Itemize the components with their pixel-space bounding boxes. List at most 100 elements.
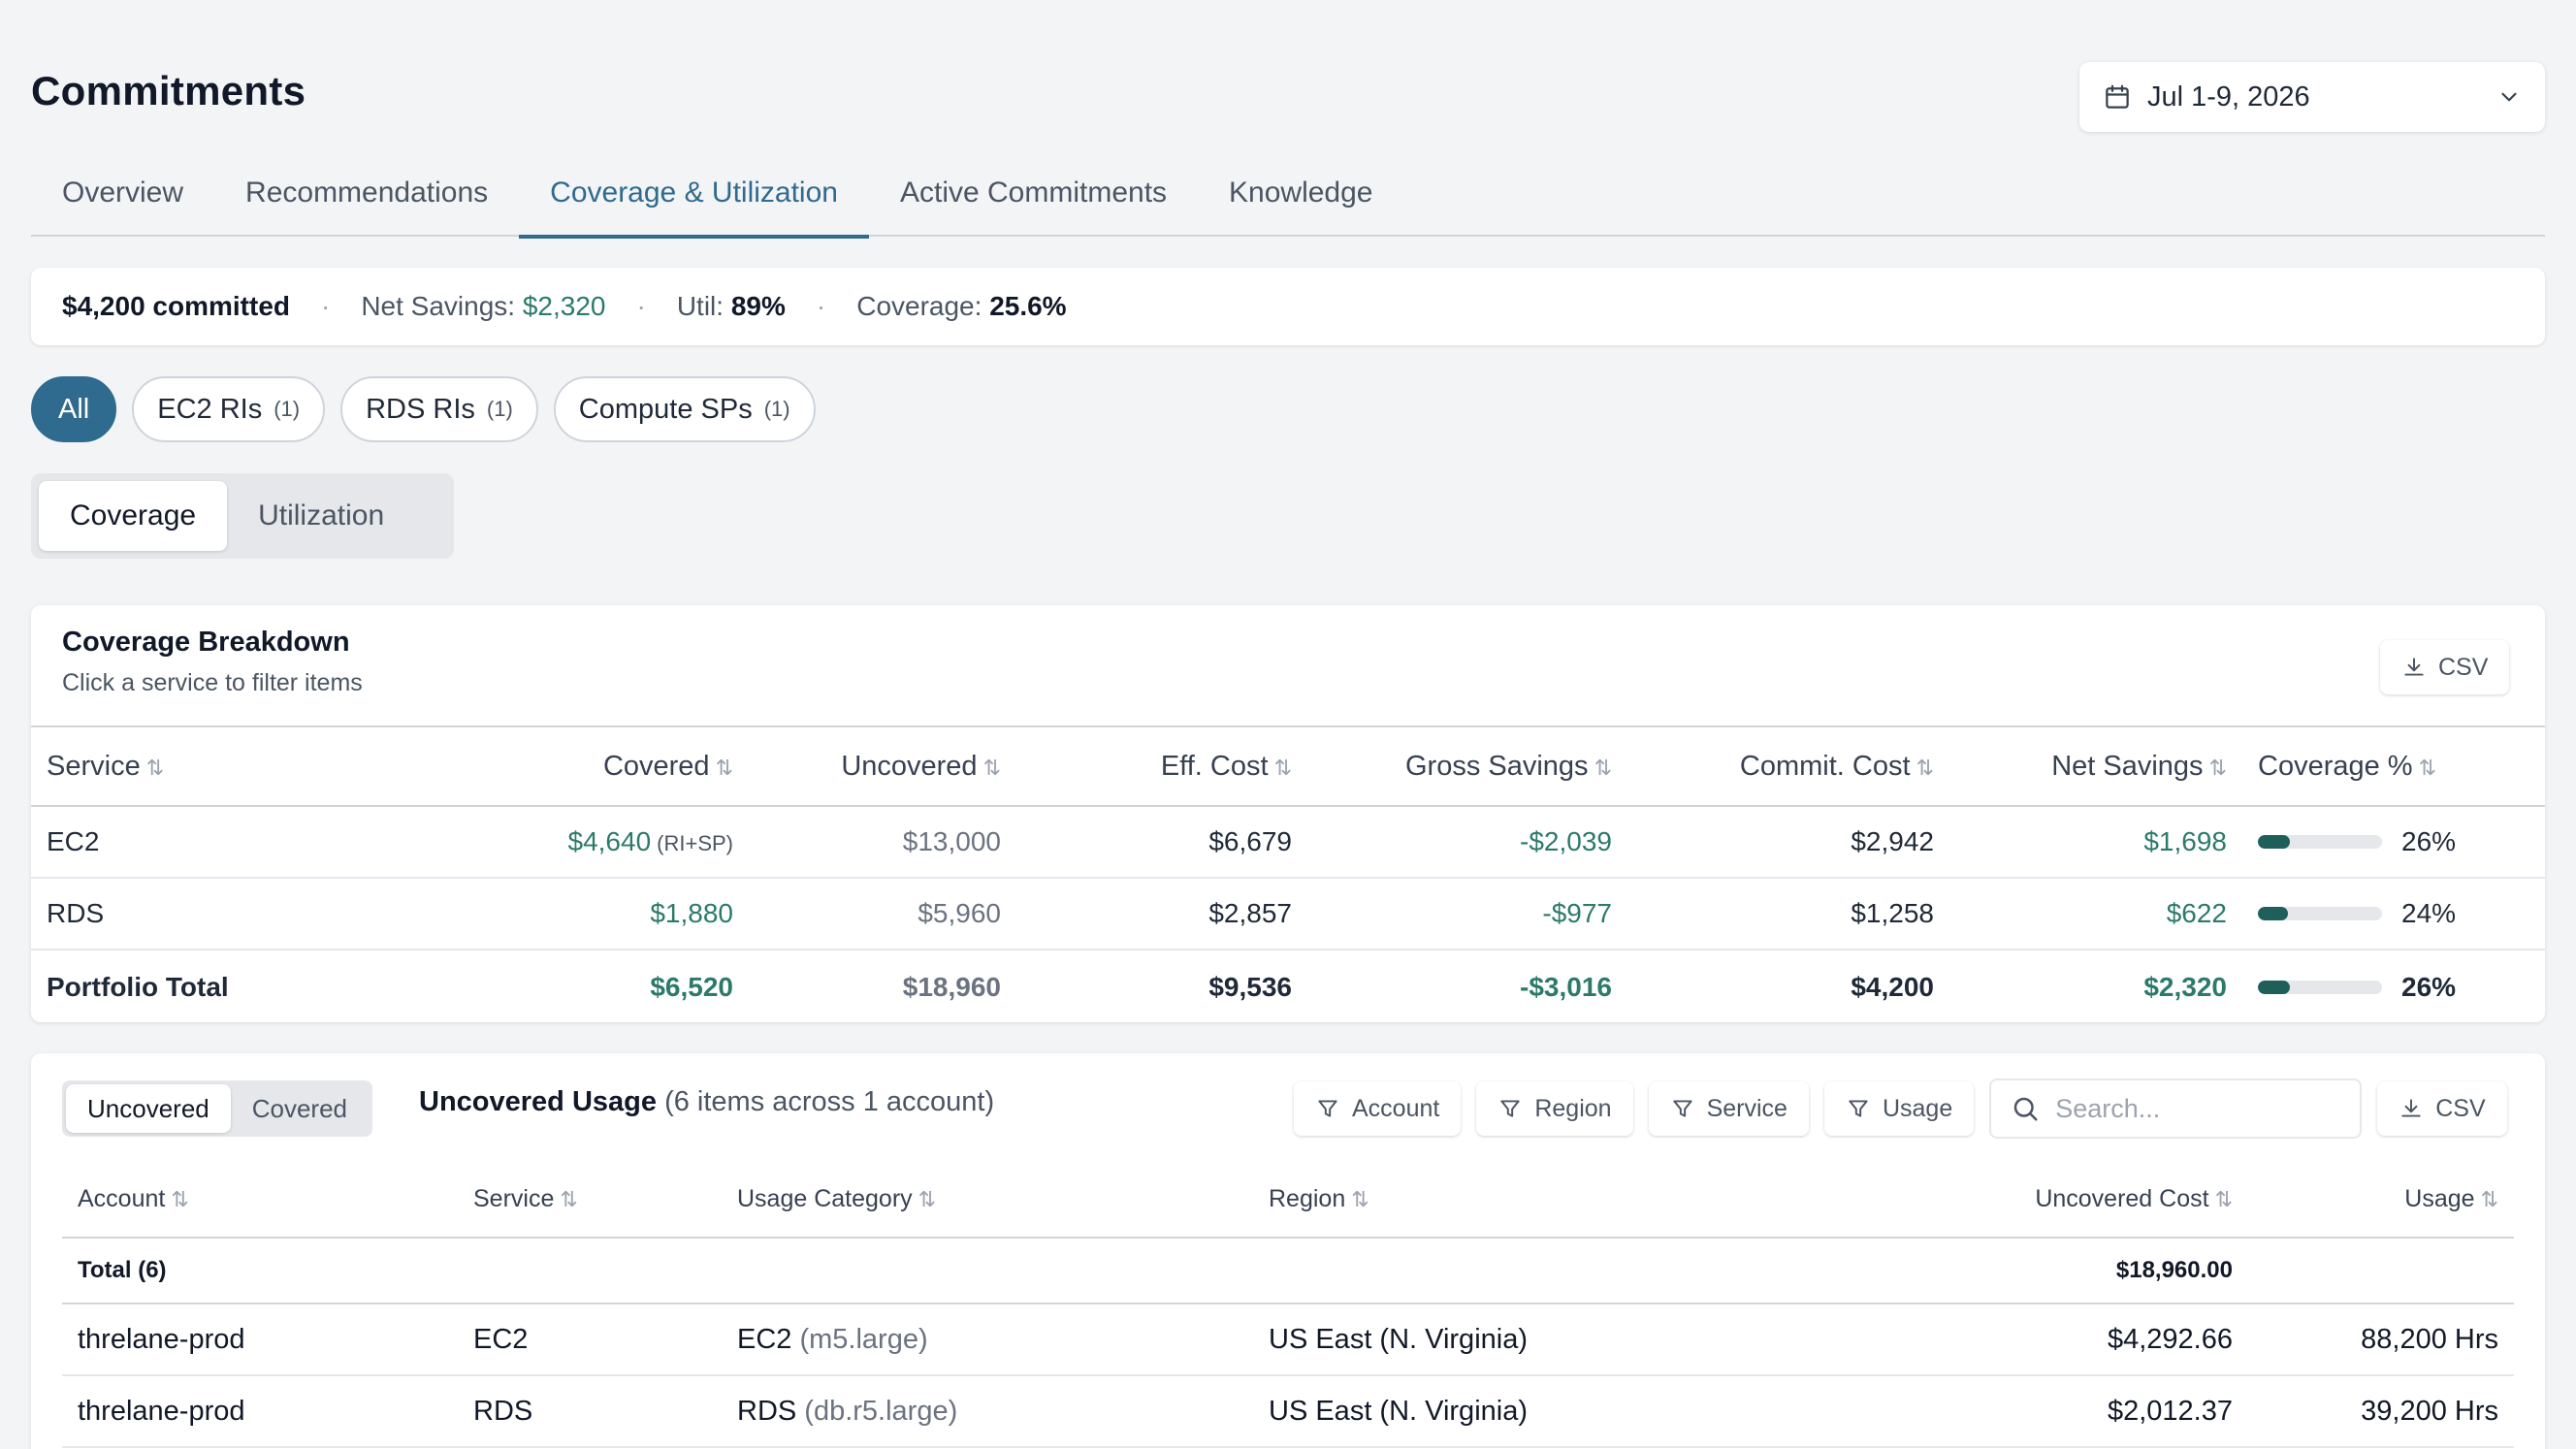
view-coverage-button[interactable]: Coverage bbox=[39, 481, 228, 551]
column-header-service[interactable]: Service ⇅ bbox=[458, 1162, 722, 1238]
sort-icon: ⇅ bbox=[982, 755, 1001, 780]
cell-service: RDS bbox=[473, 1395, 533, 1427]
date-range-picker[interactable]: Jul 1-9, 2026 bbox=[2079, 62, 2545, 132]
coverage-value: 25.6% bbox=[989, 291, 1067, 321]
cell-covered: $6,520 bbox=[650, 971, 733, 1002]
separator: · bbox=[816, 291, 826, 321]
tab-active-commitments[interactable]: Active Commitments bbox=[869, 155, 1198, 237]
view-utilization-button[interactable]: Utilization bbox=[227, 481, 415, 551]
csv-export-button[interactable]: CSV bbox=[2380, 640, 2510, 694]
pill-count: (1) bbox=[763, 397, 790, 421]
csv-export-button[interactable]: CSV bbox=[2377, 1081, 2507, 1136]
download-icon bbox=[2404, 658, 2424, 676]
search-input[interactable]: Search... bbox=[1989, 1079, 2363, 1139]
column-header-service[interactable]: Service ⇅ bbox=[31, 726, 283, 806]
sort-icon: ⇅ bbox=[171, 1187, 189, 1211]
filter-account-button[interactable]: Account bbox=[1294, 1081, 1462, 1136]
pill-count: (1) bbox=[274, 397, 301, 421]
chevron-down-icon bbox=[2501, 92, 2517, 102]
cell-net-savings: $2,320 bbox=[2143, 971, 2227, 1002]
cell-covered: $4,640 (RI+SP) bbox=[567, 826, 734, 856]
cell-usage: 88,200 Hrs bbox=[2361, 1323, 2498, 1355]
column-header-uncovered[interactable]: Uncovered ⇅ bbox=[749, 726, 1016, 806]
date-range-label: Jul 1-9, 2026 bbox=[2147, 80, 2310, 113]
filter-icon bbox=[1318, 1100, 1337, 1117]
pill-count: (1) bbox=[486, 397, 513, 421]
toggle-covered-button[interactable]: Covered bbox=[231, 1084, 369, 1133]
net-savings-label: Net Savings: bbox=[361, 291, 516, 321]
cell-uncovered: $5,960 bbox=[918, 898, 1001, 928]
filter-service-button[interactable]: Service bbox=[1648, 1081, 1809, 1136]
tab-overview[interactable]: Overview bbox=[31, 155, 214, 237]
filter-pill-rds-ris[interactable]: RDS RIs (1) bbox=[340, 376, 538, 442]
pill-label: RDS RIs bbox=[366, 393, 475, 425]
cell-uncovered: $13,000 bbox=[902, 826, 1001, 856]
cell-usage: 39,200 Hrs bbox=[2361, 1395, 2498, 1427]
cell-uncovered-cost: $2,012.37 bbox=[2107, 1395, 2233, 1427]
search-placeholder: Search... bbox=[2055, 1093, 2161, 1123]
cell-service: EC2 bbox=[473, 1323, 529, 1355]
column-header-usage[interactable]: Usage ⇅ bbox=[2248, 1162, 2514, 1238]
filter-pill-all[interactable]: All bbox=[31, 376, 117, 442]
column-header-gross-savings[interactable]: Gross Savings ⇅ bbox=[1307, 726, 1627, 806]
tab-recommendations[interactable]: Recommendations bbox=[214, 155, 519, 237]
sort-icon: ⇅ bbox=[2208, 755, 2227, 780]
filter-region-button[interactable]: Region bbox=[1476, 1081, 1633, 1136]
coverage-progress-fill bbox=[2258, 835, 2291, 849]
usage-filters: Account Region Service Usage Search... C… bbox=[1294, 1079, 2507, 1139]
coverage-label: Coverage: bbox=[856, 291, 982, 321]
column-header-net-savings[interactable]: Net Savings ⇅ bbox=[1949, 726, 2242, 806]
column-header-covered[interactable]: Covered ⇅ bbox=[283, 726, 749, 806]
coverage-progress-fill bbox=[2258, 980, 2291, 994]
filter-pill-compute-sps[interactable]: Compute SPs (1) bbox=[553, 376, 816, 442]
column-header-usage-category[interactable]: Usage Category ⇅ bbox=[722, 1162, 1253, 1238]
usage-title: Uncovered Usage (6 items across 1 accoun… bbox=[419, 1086, 995, 1117]
table-row-ec2[interactable]: EC2 $4,640 (RI+SP) $13,000 $6,679 -$2,039… bbox=[31, 806, 2545, 878]
column-header-uncovered-cost[interactable]: Uncovered Cost ⇅ bbox=[1796, 1162, 2248, 1238]
uncovered-usage-card: Uncovered Covered Uncovered Usage (6 ite… bbox=[31, 1053, 2545, 1449]
column-header-commit-cost[interactable]: Commit. Cost ⇅ bbox=[1627, 726, 1949, 806]
coverage-progress-bar bbox=[2258, 907, 2382, 920]
cell-gross-savings: -$2,039 bbox=[1520, 826, 1612, 856]
cell-uncovered-cost: $4,292.66 bbox=[2107, 1323, 2233, 1355]
cell-uncovered: $18,960 bbox=[902, 971, 1001, 1002]
usage-total-row: Total (6) $18,960.00 bbox=[62, 1238, 2514, 1304]
filter-icon bbox=[1500, 1100, 1520, 1117]
usage-toggle: Uncovered Covered bbox=[62, 1080, 373, 1137]
column-header-coverage-pct[interactable]: Coverage % ⇅ bbox=[2242, 726, 2545, 806]
cell-service: EC2 bbox=[47, 826, 100, 856]
csv-label: CSV bbox=[2438, 653, 2489, 681]
view-toggle: Coverage Utilization bbox=[31, 473, 454, 559]
cell-region: US East (N. Virginia) bbox=[1269, 1323, 1528, 1355]
cell-commit-cost: $1,258 bbox=[1851, 898, 1934, 928]
usage-total-cost: $18,960.00 bbox=[2115, 1257, 2233, 1283]
filter-pill-ec2-ris[interactable]: EC2 RIs (1) bbox=[132, 376, 326, 442]
sort-icon: ⇅ bbox=[918, 1187, 937, 1211]
coverage-breakdown-card: Coverage Breakdown Click a service to fi… bbox=[31, 605, 2545, 1022]
toggle-uncovered-button[interactable]: Uncovered bbox=[66, 1084, 231, 1133]
cell-net-savings: $1,698 bbox=[2143, 826, 2227, 856]
util-label: Util: bbox=[676, 291, 724, 321]
column-header-region[interactable]: Region ⇅ bbox=[1253, 1162, 1796, 1238]
table-row-rds[interactable]: RDS $1,880 $5,960 $2,857 -$977 $1,258 $6… bbox=[31, 878, 2545, 950]
tab-knowledge[interactable]: Knowledge bbox=[1198, 155, 1403, 237]
tab-bar: Overview Recommendations Coverage & Util… bbox=[31, 155, 2545, 239]
coverage-progress-bar bbox=[2258, 980, 2382, 994]
column-header-eff-cost[interactable]: Eff. Cost ⇅ bbox=[1016, 726, 1307, 806]
table-row[interactable]: threlane-prod RDS RDS (db.r5.large) US E… bbox=[62, 1375, 2514, 1447]
filter-icon bbox=[1672, 1100, 1692, 1117]
sort-icon: ⇅ bbox=[2480, 1187, 2498, 1211]
sort-icon: ⇅ bbox=[2418, 755, 2437, 780]
table-row[interactable]: threlane-prod EC2 EC2 (m5.large) US East… bbox=[62, 1304, 2514, 1375]
page-title: Commitments bbox=[31, 68, 306, 113]
tab-coverage-utilization[interactable]: Coverage & Utilization bbox=[519, 155, 869, 239]
column-header-account[interactable]: Account ⇅ bbox=[62, 1162, 458, 1238]
cell-region: US East (N. Virginia) bbox=[1269, 1395, 1528, 1427]
net-savings-value: $2,320 bbox=[522, 291, 606, 321]
pill-label: All bbox=[58, 393, 90, 425]
filter-usage-button[interactable]: Usage bbox=[1823, 1081, 1975, 1136]
cell-account: threlane-prod bbox=[78, 1323, 245, 1355]
coverage-breakdown-table: Service ⇅ Covered ⇅ Uncovered ⇅ Eff. Cost ⇅ … bbox=[31, 725, 2545, 1022]
sort-icon: ⇅ bbox=[1594, 755, 1612, 780]
cell-net-savings: $622 bbox=[2166, 898, 2227, 928]
